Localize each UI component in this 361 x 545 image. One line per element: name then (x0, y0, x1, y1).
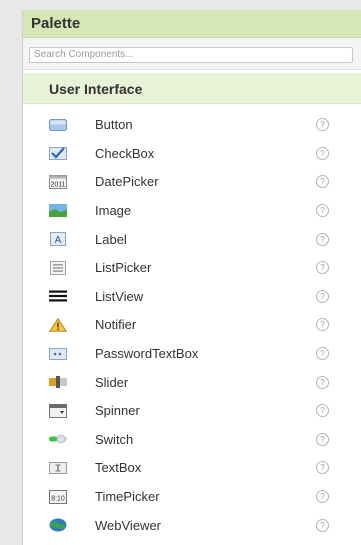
webviewer-icon (49, 518, 67, 532)
palette-panel: Palette User Interface Button ? CheckBox… (22, 10, 361, 545)
category-label: User Interface (49, 80, 143, 97)
component-list: Button ? CheckBox ? 2011 DatePicker ? Im… (23, 104, 361, 540)
palette-item-slider[interactable]: Slider ? (23, 368, 361, 397)
category-user-interface[interactable]: User Interface (23, 73, 361, 104)
palette-item-button[interactable]: Button ? (23, 111, 361, 140)
item-label: Image (95, 203, 132, 219)
help-icon[interactable]: ? (316, 261, 329, 275)
item-label: Button (95, 117, 133, 133)
palette-item-datepicker[interactable]: 2011 DatePicker ? (23, 168, 361, 197)
help-icon[interactable]: ? (316, 204, 329, 218)
help-icon[interactable]: ? (316, 375, 329, 389)
palette-item-label[interactable]: A Label ? (23, 225, 361, 254)
help-icon[interactable]: ? (316, 432, 329, 446)
label-icon: A (49, 232, 67, 247)
listpicker-icon (49, 260, 67, 275)
app-window: Palette User Interface Button ? CheckBox… (0, 0, 361, 545)
palette-item-spinner[interactable]: Spinner ? (23, 396, 361, 425)
help-icon[interactable]: ? (316, 404, 329, 418)
slider-icon (49, 375, 67, 389)
item-label: TimePicker (95, 489, 160, 505)
switch-icon (49, 432, 67, 446)
spinner-icon (49, 403, 67, 418)
help-icon[interactable]: ? (316, 518, 329, 532)
passwordtextbox-icon (49, 347, 67, 361)
palette-item-textbox[interactable]: TextBox ? (23, 454, 361, 483)
item-label: Spinner (95, 403, 140, 419)
help-icon[interactable]: ? (316, 146, 329, 160)
help-icon[interactable]: ? (316, 490, 329, 504)
help-icon[interactable]: ? (316, 232, 329, 246)
item-label: DatePicker (95, 174, 159, 190)
item-label: Notifier (95, 317, 137, 333)
palette-item-listpicker[interactable]: ListPicker ? (23, 253, 361, 282)
help-icon[interactable]: ? (316, 318, 329, 332)
search-container (23, 38, 361, 70)
palette-item-checkbox[interactable]: CheckBox ? (23, 139, 361, 168)
help-icon[interactable]: ? (316, 347, 329, 361)
item-label: Slider (95, 374, 129, 390)
item-label: CheckBox (95, 145, 155, 161)
button-icon (49, 118, 67, 132)
palette-item-passwordtextbox[interactable]: PasswordTextBox ? (23, 339, 361, 368)
help-icon[interactable]: ? (316, 289, 329, 303)
item-label: ListPicker (95, 260, 152, 276)
listview-icon (49, 289, 67, 303)
help-icon[interactable]: ? (316, 461, 329, 475)
palette-header: Palette (23, 10, 361, 38)
help-icon[interactable]: ? (316, 118, 329, 132)
palette-item-image[interactable]: Image ? (23, 196, 361, 225)
help-icon[interactable]: ? (316, 175, 329, 189)
image-icon (49, 204, 67, 218)
svg-text:A: A (55, 235, 62, 246)
datepicker-icon: 2011 (49, 174, 67, 189)
palette-item-webviewer[interactable]: WebViewer ? (23, 511, 361, 540)
palette-title: Palette (31, 15, 81, 32)
item-label: Label (95, 231, 127, 247)
svg-text:2011: 2011 (50, 181, 65, 188)
search-components-input[interactable] (29, 46, 353, 63)
item-label: Switch (95, 431, 134, 447)
palette-item-notifier[interactable]: Notifier ? (23, 311, 361, 340)
timepicker-icon: 8:10 (49, 489, 67, 504)
svg-text:8:10: 8:10 (51, 495, 65, 502)
notifier-icon (49, 317, 67, 332)
item-label: WebViewer (95, 517, 161, 533)
palette-item-listview[interactable]: ListView ? (23, 282, 361, 311)
palette-item-switch[interactable]: Switch ? (23, 425, 361, 454)
checkbox-icon (49, 146, 67, 161)
palette-item-timepicker[interactable]: 8:10 TimePicker ? (23, 482, 361, 511)
item-label: ListView (95, 288, 144, 304)
item-label: TextBox (95, 460, 142, 476)
textbox-icon (49, 461, 67, 475)
item-label: PasswordTextBox (95, 346, 199, 362)
